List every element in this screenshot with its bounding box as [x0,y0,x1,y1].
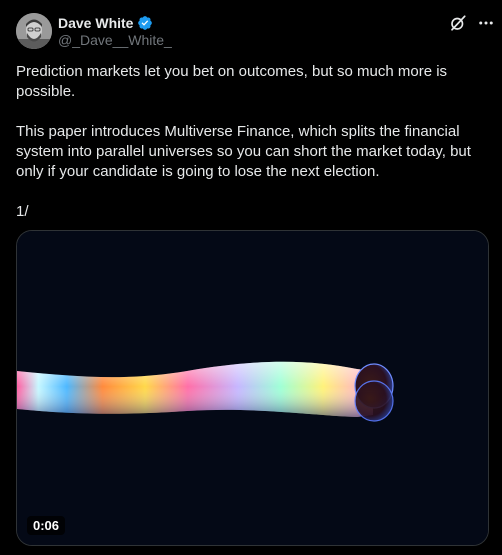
more-options-icon[interactable] [476,14,496,32]
tweet: Dave White @_Dave__White_ Prediction mar… [0,0,502,555]
avatar-image [16,13,52,49]
grok-icon[interactable] [449,14,467,32]
video-duration: 0:06 [27,516,66,535]
video-thumbnail [17,231,488,545]
avatar[interactable] [16,13,52,49]
tweet-paragraph: This paper introduces Multiverse Finance… [16,123,471,180]
verified-badge-icon[interactable] [137,15,153,31]
author-handle[interactable]: @_Dave__White_ [58,32,172,48]
author-display-name[interactable]: Dave White [58,15,133,31]
tweet-paragraph: Prediction markets let you bet on outcom… [16,63,448,100]
author-name-row: Dave White [58,14,153,32]
thread-marker: 1/ [16,203,29,220]
video-player[interactable]: 0:06 [16,230,489,546]
